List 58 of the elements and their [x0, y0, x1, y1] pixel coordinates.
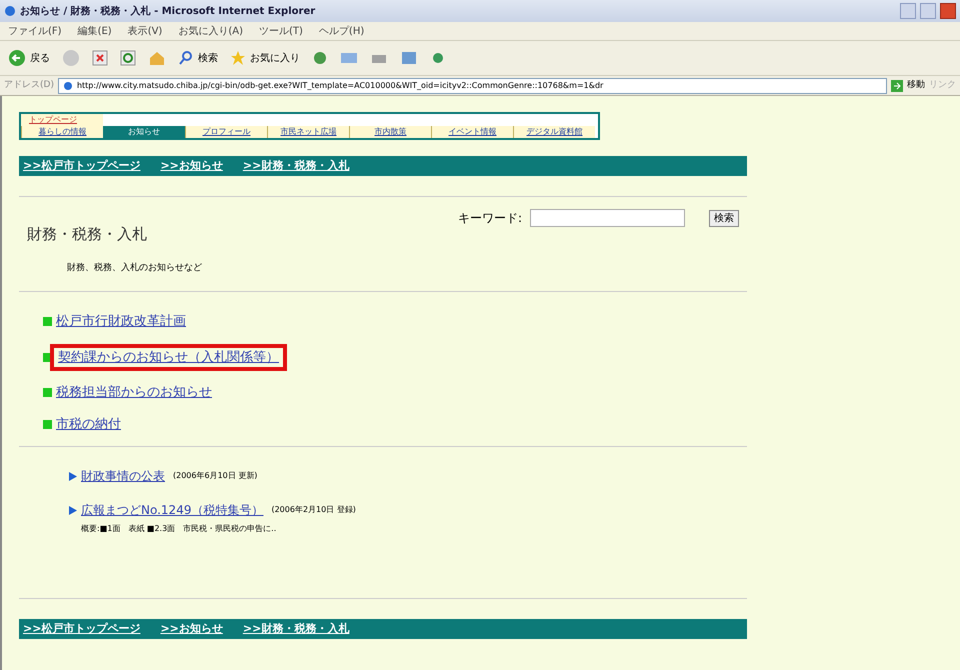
breadcrumb-link[interactable]: >>松戸市トップページ — [23, 158, 140, 174]
category-link[interactable]: 松戸市行財政改革計画 — [56, 312, 186, 332]
nav-tab[interactable]: 市内散策 — [349, 126, 431, 138]
star-icon — [230, 50, 246, 66]
nav-tab[interactable]: イベント情報 — [431, 126, 513, 138]
breadcrumb-link[interactable]: >>財務・税務・入札 — [242, 620, 350, 638]
category-link[interactable]: 税務担当部からのお知らせ — [56, 383, 212, 402]
home-icon[interactable] — [148, 50, 166, 66]
refresh-icon[interactable] — [120, 50, 136, 66]
page-icon — [62, 80, 73, 90]
window-title: お知らせ / 財務・税務・入札 - Microsoft Internet Explorer — [20, 4, 316, 18]
breadcrumb-link[interactable]: >>お知らせ — [160, 620, 223, 638]
maximize-button[interactable] — [920, 3, 936, 19]
address-field[interactable]: http://www.city.matsudo.chiba.jp/cgi-bin/odb-get.exe?WIT_template=AC010000&WIT_oid=icityv2::CommonGenre::10768&m=1&dr — [58, 78, 887, 94]
close-button[interactable] — [940, 3, 956, 19]
category-link[interactable]: 市税の納付 — [56, 414, 121, 434]
go-arrow-icon — [891, 80, 903, 92]
back-button[interactable]: 戻る — [8, 49, 50, 67]
menu-item[interactable]: ヘルプ(H) — [318, 24, 364, 38]
search-icon — [178, 50, 194, 66]
address-text: http://www.city.matsudo.chiba.jp/cgi-bin/odb-get.exe?WIT_template=AC010000&WIT_oid=icityv2::CommonGenre::10768&m=1&dr — [76, 80, 604, 92]
square-bullet-icon — [43, 317, 52, 326]
search-button[interactable]: 検索 — [709, 210, 739, 226]
article-link[interactable]: 財政事情の公表 — [81, 467, 165, 485]
minimize-button[interactable] — [900, 3, 916, 19]
breadcrumb-link[interactable]: >>財務・税務・入札 — [242, 158, 350, 174]
square-bullet-icon — [43, 388, 52, 398]
keyword-label: キーワード: — [458, 210, 522, 227]
nav-tab[interactable]: プロフィール — [185, 126, 267, 138]
page-heading: 財務・税務・入札 — [27, 224, 148, 245]
search-button[interactable]: 検索 — [178, 50, 218, 66]
nav-tab[interactable]: お知らせ — [103, 126, 185, 138]
stop-icon[interactable] — [92, 50, 108, 66]
menu-item[interactable]: 表示(V) — [128, 24, 162, 38]
nav-tab[interactable]: デジタル資料館 — [513, 126, 595, 138]
address-label: アドレス(D) — [4, 78, 54, 92]
article-date: (2006年2月10日 登録) — [271, 504, 356, 516]
go-button[interactable]: 移動 — [891, 78, 925, 92]
article-date: (2006年6月10日 更新) — [173, 470, 258, 482]
menu-item[interactable]: 編集(E) — [78, 24, 112, 38]
article-summary: 概要:■1面 表紙 ■2.3面 市民税・県民税の申告に.. — [81, 523, 278, 535]
breadcrumb-link[interactable]: >>お知らせ — [160, 158, 223, 174]
article-link[interactable]: 広報まつどNo.1249（税特集号） — [81, 501, 264, 519]
description-text: 財務、税務、入札のお知らせなど — [67, 262, 203, 274]
triangle-bullet-icon — [69, 506, 77, 514]
square-bullet-icon — [43, 420, 52, 429]
keyword-field[interactable] — [530, 209, 685, 227]
menu-item[interactable]: お気に入り(A) — [178, 24, 243, 38]
nav-tab[interactable]: 市民ネット広場 — [267, 126, 349, 138]
nav-tab[interactable]: 暮らしの情報 — [21, 126, 103, 138]
browser-icon — [4, 5, 16, 17]
triangle-bullet-icon — [69, 472, 77, 480]
breadcrumb-link[interactable]: >>松戸市トップページ — [23, 620, 140, 638]
menu-item[interactable]: ファイル(F) — [8, 24, 62, 38]
favorites-button[interactable]: お気に入り — [230, 50, 300, 66]
menu-item[interactable]: ツール(T) — [259, 24, 303, 38]
top-page-link[interactable]: トップページ — [21, 114, 103, 126]
category-link[interactable]: 契約課からのお知らせ（入札関係等） — [50, 344, 287, 371]
